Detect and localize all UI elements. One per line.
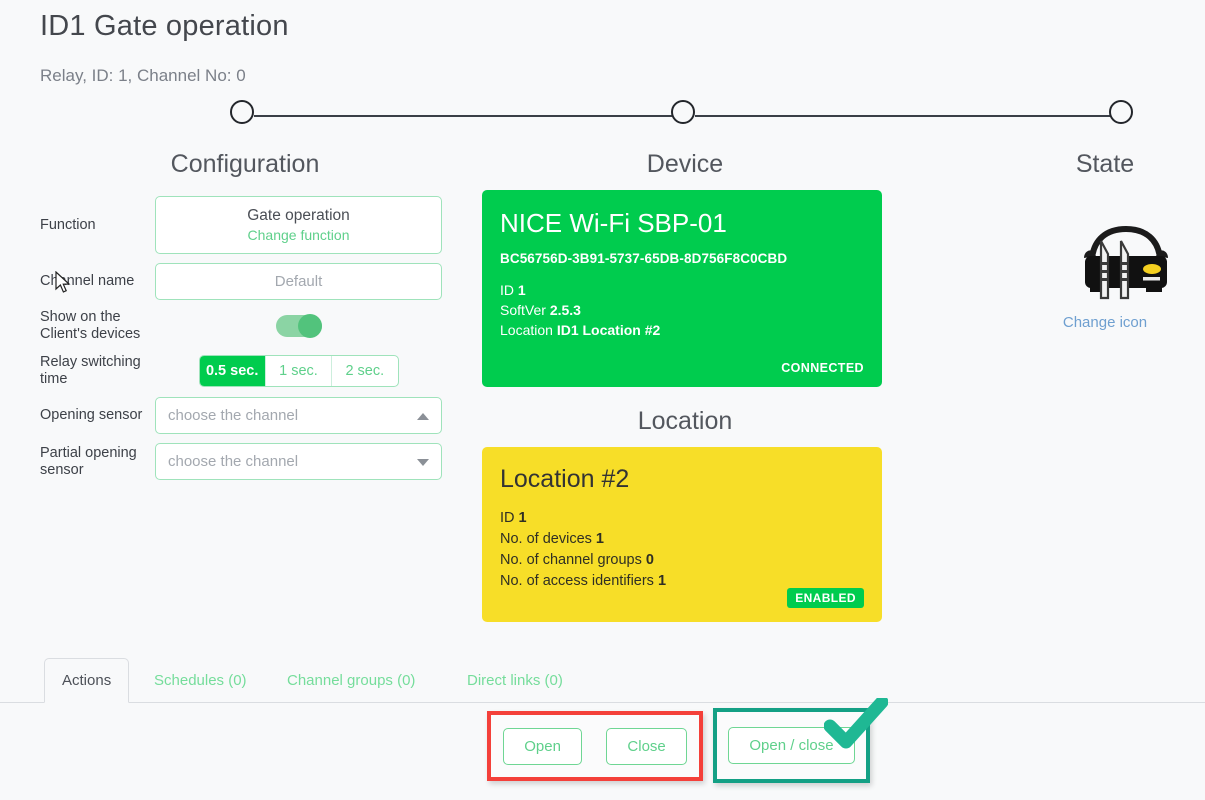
location-devices-row: No. of devices 1 bbox=[500, 529, 864, 550]
relay-switching-time-segmented-control: 0.5 sec. 1 sec. 2 sec. bbox=[198, 355, 399, 387]
form-row-relay-switching-time: Relay switching time 0.5 sec. 1 sec. 2 s… bbox=[40, 354, 442, 388]
configuration-form: Function Gate operation Change function … bbox=[40, 196, 442, 489]
annotation-box-open-close-pair: Open Close bbox=[487, 711, 703, 781]
location-id-row: ID 1 bbox=[500, 508, 864, 529]
open-button[interactable]: Open bbox=[503, 727, 582, 765]
stepper-line-1 bbox=[254, 115, 672, 117]
device-softver-label: SoftVer bbox=[500, 302, 546, 318]
location-access-identifiers-label: No. of access identifiers bbox=[500, 573, 654, 589]
tab-actions[interactable]: Actions bbox=[44, 658, 130, 703]
show-on-client-toggle[interactable] bbox=[275, 314, 322, 338]
device-softver-value: 2.5.3 bbox=[549, 302, 581, 318]
form-row-channel-name: Channel name Default bbox=[40, 263, 442, 300]
function-box[interactable]: Gate operation Change function bbox=[155, 196, 442, 254]
opening-sensor-select[interactable]: choose the channel bbox=[155, 397, 442, 434]
channel-name-input[interactable]: Default bbox=[155, 263, 442, 300]
show-on-client-label: Show on the Client's devices bbox=[40, 309, 141, 342]
stepper-dot-state[interactable] bbox=[1109, 100, 1133, 124]
partial-opening-sensor-select[interactable]: choose the channel bbox=[155, 443, 442, 480]
location-id-value: 1 bbox=[518, 510, 527, 526]
caret-up-icon bbox=[417, 412, 429, 420]
mouse-cursor bbox=[55, 271, 71, 293]
location-access-identifiers-value: 1 bbox=[657, 573, 667, 589]
location-channel-groups-label: No. of channel groups bbox=[500, 552, 642, 568]
location-heading: Location bbox=[637, 407, 733, 435]
tab-bar: Actions Schedules (0) Channel groups (0)… bbox=[0, 658, 1205, 703]
device-name: NICE Wi-Fi SBP-01 bbox=[500, 208, 727, 238]
relay-time-option-2[interactable]: 2 sec. bbox=[331, 356, 397, 386]
close-button[interactable]: Close bbox=[606, 727, 687, 765]
change-function-link[interactable]: Change function bbox=[248, 227, 350, 243]
tab-schedules[interactable]: Schedules (0) bbox=[137, 658, 264, 703]
relay-time-option-0[interactable]: 0.5 sec. bbox=[199, 356, 265, 386]
toggle-knob bbox=[297, 314, 322, 338]
device-id-row: ID 1 bbox=[500, 280, 864, 300]
function-label: Function bbox=[40, 216, 96, 233]
device-status-badge: CONNECTED bbox=[781, 361, 864, 375]
form-row-opening-sensor: Opening sensor choose the channel bbox=[40, 397, 442, 434]
form-row-function: Function Gate operation Change function bbox=[40, 196, 442, 254]
device-card[interactable]: NICE Wi-Fi SBP-01 BC56756D-3B91-5737-65D… bbox=[482, 190, 882, 387]
check-icon bbox=[824, 698, 888, 749]
stepper-line-2 bbox=[695, 115, 1113, 117]
device-id-label: ID bbox=[500, 282, 514, 298]
device-location-value: ID1 Location #2 bbox=[556, 322, 661, 338]
relay-switching-time-label: Relay switching time bbox=[40, 354, 141, 387]
location-card[interactable]: Location #2 ID 1 No. of devices 1 No. of… bbox=[482, 447, 882, 622]
relay-time-option-1[interactable]: 1 sec. bbox=[264, 356, 331, 386]
column-heading-device: Device bbox=[646, 150, 724, 178]
partial-opening-sensor-label: Partial opening sensor bbox=[40, 444, 137, 478]
device-softver-row: SoftVer 2.5.3 bbox=[500, 300, 864, 320]
tab-channel-groups[interactable]: Channel groups (0) bbox=[270, 658, 432, 703]
progress-stepper bbox=[0, 100, 1205, 134]
location-status-badge: ENABLED bbox=[787, 588, 864, 608]
column-heading-state: State bbox=[1075, 150, 1135, 178]
form-row-partial-opening-sensor: Partial opening sensor choose the channe… bbox=[40, 443, 442, 480]
location-id-label: ID bbox=[500, 510, 515, 526]
function-value: Gate operation bbox=[247, 207, 350, 224]
location-devices-value: 1 bbox=[595, 531, 604, 547]
column-heading-configuration: Configuration bbox=[170, 150, 320, 178]
partial-opening-sensor-value: choose the channel bbox=[168, 453, 299, 470]
change-icon-link[interactable]: Change icon bbox=[1020, 314, 1190, 331]
location-channel-groups-row: No. of channel groups 0 bbox=[500, 550, 864, 571]
device-uuid: BC56756D-3B91-5737-65DB-8D756F8C0CBD bbox=[500, 251, 788, 266]
device-id-value: 1 bbox=[517, 282, 526, 298]
car-gate-icon[interactable] bbox=[1070, 212, 1182, 304]
location-devices-label: No. of devices bbox=[500, 531, 592, 547]
stepper-dot-device[interactable] bbox=[671, 100, 695, 124]
page-subtitle: Relay, ID: 1, Channel No: 0 bbox=[40, 66, 246, 85]
tab-direct-links[interactable]: Direct links (0) bbox=[450, 658, 580, 703]
opening-sensor-value: choose the channel bbox=[168, 407, 299, 424]
page-title: ID1 Gate operation bbox=[40, 10, 289, 42]
caret-down-icon bbox=[417, 458, 429, 466]
opening-sensor-label: Opening sensor bbox=[40, 407, 143, 423]
form-row-show-on-client: Show on the Client's devices bbox=[40, 309, 442, 343]
device-location-label: Location bbox=[500, 322, 553, 338]
stepper-dot-configuration[interactable] bbox=[230, 100, 254, 124]
location-channel-groups-value: 0 bbox=[645, 552, 654, 568]
device-location-row: Location ID1 Location #2 bbox=[500, 320, 864, 340]
location-name: Location #2 bbox=[500, 465, 630, 493]
